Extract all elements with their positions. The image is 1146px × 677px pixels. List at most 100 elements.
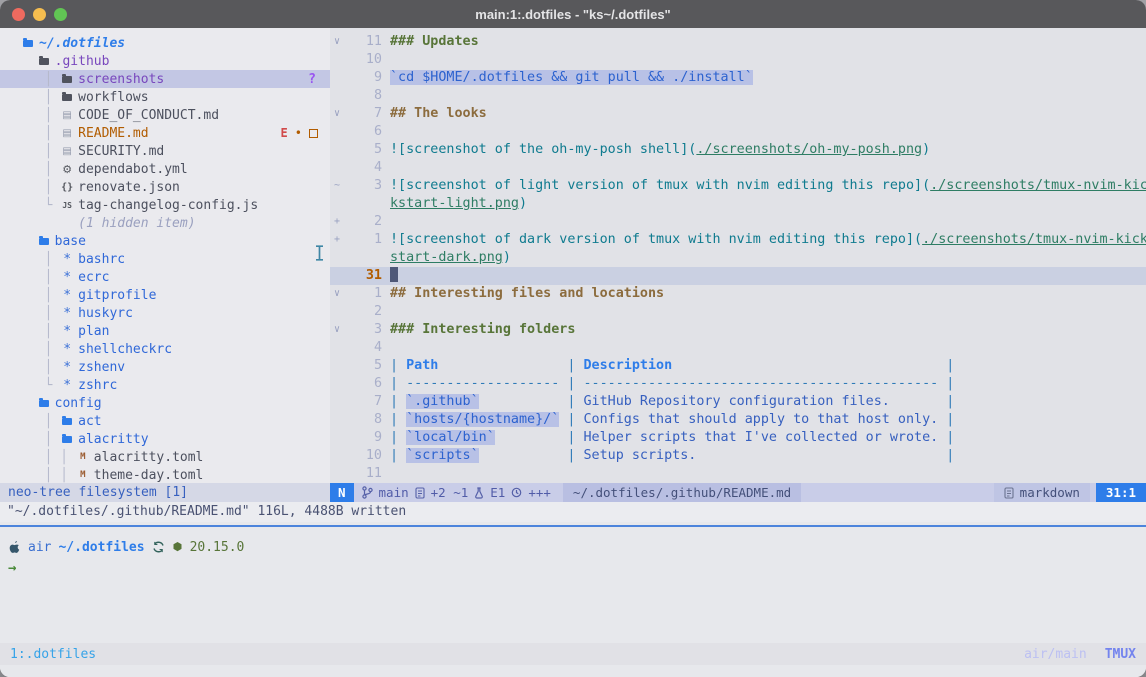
editor-line[interactable]: 10| `scripts` | Setup scripts. | (330, 447, 1146, 465)
editor-line[interactable]: 6 (330, 123, 1146, 141)
tree-item-dotfiles[interactable]: ~/.dotfiles (0, 34, 330, 52)
file-status-markers: E• (281, 126, 318, 140)
tree-item-1-hidden-item[interactable]: (1 hidden item) (0, 214, 330, 232)
flask-icon (474, 487, 484, 499)
line-number: 3 (349, 177, 382, 195)
editor-line[interactable]: ∨11### Updates (330, 33, 1146, 51)
tree-item-label: tag-changelog-config.js (78, 198, 258, 213)
error-marker: E (281, 126, 288, 140)
editor-line[interactable]: ~3![screenshot of light version of tmux … (330, 177, 1146, 195)
editor-line[interactable]: ∨3### Interesting folders (330, 321, 1146, 339)
tree-item-label: ~/.dotfiles (39, 36, 125, 51)
editor-line[interactable]: +1![screenshot of dark version of tmux w… (330, 231, 1146, 249)
editor-line[interactable]: 6| ------------------- | ---------------… (330, 375, 1146, 393)
tree-item-renovate-json[interactable]: │ {}renovate.json (0, 178, 330, 196)
git-sync-icon (152, 541, 165, 553)
editor-line[interactable]: 8| `hosts/{hostname}/` | Configs that sh… (330, 411, 1146, 429)
tree-item-theme-day-toml[interactable]: │ │ Mtheme-day.toml (0, 466, 330, 483)
tree-item-label: bashrc (78, 252, 125, 267)
tree-item-bashrc[interactable]: │ *bashrc (0, 250, 330, 268)
editor-line[interactable]: 5![screenshot of the oh-my-posh shell](.… (330, 141, 1146, 159)
editor-line[interactable]: 2 (330, 303, 1146, 321)
tree-item-config[interactable]: config (0, 394, 330, 412)
neotree-sidebar[interactable]: ~/.dotfiles .github │ screenshots? │ wor… (0, 28, 330, 483)
gutter (330, 195, 349, 213)
line-text: | Path | Description | (382, 357, 954, 375)
tree-item-shellcheckrc[interactable]: │ *shellcheckrc (0, 340, 330, 358)
line-text: ![screenshot of the oh-my-posh shell](./… (382, 141, 930, 159)
gutter (330, 87, 349, 105)
tree-item-github[interactable]: .github (0, 52, 330, 70)
statusline-git-section: main +2 ~1 E1 +++ (354, 485, 559, 500)
json-braces-icon: {} (60, 182, 74, 193)
tree-item-base[interactable]: base (0, 232, 330, 250)
tree-item-ecrc[interactable]: │ *ecrc (0, 268, 330, 286)
tree-item-gitprofile[interactable]: │ *gitprofile (0, 286, 330, 304)
line-text: ### Updates (382, 33, 479, 51)
minimize-button[interactable] (33, 8, 46, 21)
tree-item-tag-changelog-config-js[interactable]: └ JStag-changelog-config.js (0, 196, 330, 214)
tree-item-label: alacritty (78, 432, 148, 447)
editor-line[interactable]: 31 (330, 267, 1146, 285)
editor-line[interactable]: 11 (330, 465, 1146, 483)
line-number: 9 (349, 429, 382, 447)
editor-line[interactable]: ∨7## The looks (330, 105, 1146, 123)
tree-guide: │ (21, 360, 60, 375)
shell-prompt: air ~/.dotfiles 20.15.0 (0, 527, 1146, 557)
git-diff-counts: +2 ~1 (431, 485, 469, 500)
editor-line[interactable]: 5| Path | Description | (330, 357, 1146, 375)
tree-item-label: ecrc (78, 270, 109, 285)
line-text: | `hosts/{hostname}/` | Configs that sho… (382, 411, 954, 429)
editor-line[interactable]: 4 (330, 159, 1146, 177)
editor-line[interactable]: +2 (330, 213, 1146, 231)
tree-item-huskyrc[interactable]: │ *huskyrc (0, 304, 330, 322)
tmux-window-label[interactable]: 1:.dotfiles (0, 647, 96, 662)
line-number: 3 (349, 321, 382, 339)
neotree-statusline: neo-tree filesystem [1] (0, 483, 330, 502)
editor-line[interactable]: 4 (330, 339, 1146, 357)
gutter (330, 141, 349, 159)
tree-item-readme-md[interactable]: │ ▤README.mdE• (0, 124, 330, 142)
tree-item-zshrc[interactable]: └ *zshrc (0, 376, 330, 394)
editor-line[interactable]: 7| `.github` | GitHub Repository configu… (330, 393, 1146, 411)
close-button[interactable] (12, 8, 25, 21)
tree-item-label: zshrc (78, 378, 117, 393)
prompt-cwd: ~/.dotfiles (58, 540, 144, 555)
tree-item-label: act (78, 414, 101, 429)
tree-item-code-of-conduct-md[interactable]: │ ▤CODE_OF_CONDUCT.md (0, 106, 330, 124)
toml-icon: M (76, 470, 90, 480)
editor-line[interactable]: ∨1## Interesting files and locations (330, 285, 1146, 303)
tree-item-alacritty[interactable]: │ alacritty (0, 430, 330, 448)
fold-marker: ∨ (330, 105, 349, 123)
tree-item-label: shellcheckrc (78, 342, 172, 357)
line-number: 7 (349, 393, 382, 411)
tree-item-screenshots[interactable]: │ screenshots? (0, 70, 330, 88)
editor-line[interactable]: 9`cd $HOME/.dotfiles && git pull && ./in… (330, 69, 1146, 87)
line-text (382, 267, 398, 285)
editor-line[interactable]: 8 (330, 87, 1146, 105)
tree-item-zshenv[interactable]: │ *zshenv (0, 358, 330, 376)
tree-item-workflows[interactable]: │ workflows (0, 88, 330, 106)
line-number: 8 (349, 87, 382, 105)
line-number: 5 (349, 357, 382, 375)
tree-guide: │ (21, 432, 60, 447)
tree-item-plan[interactable]: │ *plan (0, 322, 330, 340)
tree-guide: │ (21, 324, 60, 339)
tree-item-alacritty-toml[interactable]: │ │ Malacritty.toml (0, 448, 330, 466)
editor-line[interactable]: start-dark.png) (330, 249, 1146, 267)
tree-item-label: workflows (78, 90, 148, 105)
fold-marker: ∨ (330, 285, 349, 303)
prompt-arrow[interactable]: → (0, 557, 1146, 579)
tree-item-dependabot-yml[interactable]: │ ⚙dependabot.yml (0, 160, 330, 178)
editor-line[interactable]: 9| `local/bin` | Helper scripts that I'v… (330, 429, 1146, 447)
javascript-icon: JS (60, 201, 74, 210)
editor-line[interactable]: 10 (330, 51, 1146, 69)
tree-item-act[interactable]: │ act (0, 412, 330, 430)
maximize-button[interactable] (54, 8, 67, 21)
editor-buffer[interactable]: ∨11### Updates109`cd $HOME/.dotfiles && … (330, 28, 1146, 483)
tree-item-security-md[interactable]: │ ▤SECURITY.md (0, 142, 330, 160)
editor-line[interactable]: kstart-light.png) (330, 195, 1146, 213)
message-line: "~/.dotfiles/.github/README.md" 116L, 44… (0, 502, 1146, 522)
tree-item-label: base (55, 234, 86, 249)
statusline: N main +2 ~1 (330, 483, 1146, 502)
